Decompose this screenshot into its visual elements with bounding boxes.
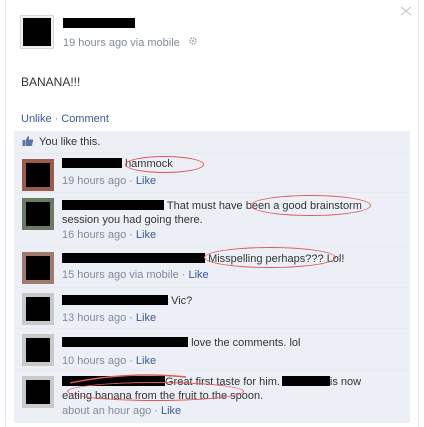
comment-timestamp[interactable]: 15 hours ago via mobile <box>62 269 179 281</box>
comment-like-link[interactable]: Like <box>136 175 156 187</box>
comment-link[interactable]: Comment <box>61 113 109 125</box>
comment-text-tail: is now <box>329 376 362 388</box>
comment-item: love the comments. lol 10 hours ago · Like <box>14 328 410 370</box>
comment-like-link[interactable]: Like <box>188 269 208 281</box>
comment-timestamp[interactable]: about an hour ago <box>62 405 151 417</box>
commenter-avatar[interactable] <box>22 159 54 191</box>
unlike-link[interactable]: Unlike <box>21 113 52 125</box>
comment-timestamp[interactable]: 16 hours ago <box>62 229 126 241</box>
comment-like-link[interactable]: Like <box>136 312 156 324</box>
comment-timestamp[interactable]: 10 hours ago <box>62 355 126 367</box>
commenter-avatar[interactable] <box>22 293 54 325</box>
commenter-avatar[interactable] <box>22 376 54 408</box>
comment-like-link[interactable]: Like <box>136 229 156 241</box>
commenter-avatar[interactable] <box>22 252 54 284</box>
likes-summary: You like this. <box>14 131 410 153</box>
comment-meta: 16 hours ago · Like <box>62 229 157 241</box>
thumbs-up-icon <box>22 133 34 146</box>
commenter-avatar[interactable] <box>22 334 54 366</box>
comment-item: That must have been a good brainstorm se… <box>14 192 410 246</box>
comment-timestamp[interactable]: 13 hours ago <box>62 312 126 324</box>
comment-meta: 19 hours ago · Like <box>62 175 157 187</box>
separator: · <box>54 113 59 125</box>
commenter-name-redacted[interactable] <box>62 337 188 347</box>
comment-like-link[interactable]: Like <box>161 405 181 417</box>
commenter-name-redacted[interactable] <box>62 200 164 210</box>
comment-text: hammock <box>125 158 173 170</box>
comment-text: Vic? <box>171 295 193 307</box>
comment-like-link[interactable]: Like <box>136 355 156 367</box>
story-card: 19 hours ago via mobile BANANA!!! Unlike… <box>5 0 419 427</box>
gear-icon <box>188 36 198 49</box>
comment-item: Misspelling perhaps??? Lol! 15 hours ago… <box>14 246 410 287</box>
story-options-icon[interactable] <box>400 5 412 16</box>
comment-item: Great first taste for him. is now eating … <box>14 370 410 419</box>
comment-text: love the comments. lol <box>191 337 301 349</box>
commenter-name-redacted[interactable] <box>62 295 168 305</box>
poster-avatar[interactable] <box>21 16 53 48</box>
comment-item: hammock 19 hours ago · Like <box>14 153 410 192</box>
comment-meta: 13 hours ago · Like <box>62 312 157 324</box>
comment-meta: about an hour ago · Like <box>62 405 182 417</box>
comments-panel: You like this. hammock 19 hours ago · Like… <box>14 131 410 423</box>
commenter-avatar[interactable] <box>22 198 54 230</box>
comment-meta: 10 hours ago · Like <box>62 355 157 367</box>
comment-text-line2: session you had going there. <box>62 214 203 226</box>
comment-timestamp[interactable]: 19 hours ago <box>62 175 126 187</box>
comment-meta: 15 hours ago via mobile · Like <box>62 269 209 281</box>
post-timestamp[interactable]: 19 hours ago via mobile <box>63 37 180 49</box>
comment-item: Vic? 13 hours ago · Like <box>14 287 410 328</box>
likes-text: You like this. <box>39 136 101 148</box>
mentioned-name-redacted[interactable] <box>281 376 330 386</box>
post-message: BANANA!!! <box>21 75 81 89</box>
comment-text: Misspelling perhaps??? Lol! <box>208 253 345 265</box>
comment-text: That must have been a good brainstorm <box>166 200 362 212</box>
commenter-name-redacted[interactable] <box>62 158 122 168</box>
comment-text-line2: eating banana from the fruit to the spoo… <box>62 390 264 402</box>
post-actions: Unlike · Comment <box>21 113 109 125</box>
poster-name-redacted[interactable] <box>63 18 135 28</box>
commenter-name-redacted[interactable] <box>62 253 205 263</box>
post-meta: 19 hours ago via mobile <box>63 35 198 49</box>
annotation-stroke <box>69 374 187 384</box>
